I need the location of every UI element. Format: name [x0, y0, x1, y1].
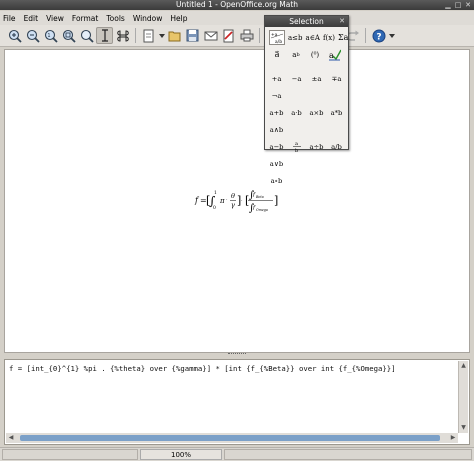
formula-gamma: γ	[231, 201, 235, 209]
svg-text:a/b: a/b	[275, 39, 282, 44]
symbol-plusminus-a[interactable]: ±a	[308, 72, 325, 85]
relations-category-icon[interactable]: a≤b	[288, 30, 303, 45]
selection-titlebar[interactable]: Selection ✕	[265, 16, 348, 27]
maximize-icon[interactable]: □	[454, 1, 462, 9]
window-title: Untitled 1 - OpenOffice.org Math	[175, 0, 299, 9]
open-icon[interactable]	[166, 27, 183, 44]
svg-text:b: b	[295, 148, 298, 153]
menu-tools[interactable]: Tools	[106, 14, 124, 23]
zoom-out-icon[interactable]	[24, 27, 41, 44]
print-icon[interactable]	[238, 27, 255, 44]
formula-beta-sub: Beta	[255, 195, 264, 199]
svg-text:·: ·	[226, 197, 228, 203]
show-all-icon[interactable]	[60, 27, 77, 44]
symbol-a-over-b[interactable]: ab	[288, 140, 305, 153]
command-window[interactable]: f = [int_{0}^{1} %pi . {%theta} over {%g…	[4, 359, 470, 445]
symbol-a-minus-b[interactable]: a−b	[268, 140, 285, 153]
scroll-right-icon[interactable]: ▶	[448, 433, 458, 443]
integral-lower: 0	[213, 205, 216, 211]
toolbar: 1 ?	[0, 25, 474, 47]
scroll-up-icon[interactable]: ▲	[459, 361, 468, 371]
operators-category-icon[interactable]: Σa	[338, 30, 348, 45]
svg-text:?: ?	[376, 32, 381, 42]
symbol-a-circ-b[interactable]: a∘b	[268, 174, 285, 187]
menu-file[interactable]: File	[3, 14, 16, 23]
menu-view[interactable]: View	[46, 14, 64, 23]
close-icon[interactable]: ✕	[464, 1, 472, 9]
scroll-thumb[interactable]	[20, 435, 440, 441]
toolbar-separator	[135, 28, 136, 43]
symbol-a-div-b[interactable]: a÷b	[308, 140, 325, 153]
symbol-plus-a[interactable]: +a	[268, 72, 285, 85]
svg-text:+a: +a	[271, 32, 278, 38]
menu-edit[interactable]: Edit	[24, 14, 39, 23]
symbol-a-slash-b[interactable]: a/b	[328, 140, 345, 153]
close-icon[interactable]: ✕	[338, 17, 346, 25]
integral-upper: 1	[214, 190, 217, 196]
dropdown-arrow-icon[interactable]	[158, 27, 165, 44]
zoom-100-icon[interactable]: 1	[42, 27, 59, 44]
menu-help[interactable]: Help	[170, 14, 187, 23]
svg-text:a: a	[329, 51, 334, 60]
toolbar-separator	[259, 28, 260, 43]
minimize-icon[interactable]: ▁	[444, 1, 452, 9]
symbol-a-ast-b[interactable]: a*b	[328, 106, 345, 119]
functions-category-icon[interactable]: f(x)	[323, 30, 335, 45]
unary-binary-category-icon[interactable]: +a a/b	[269, 30, 285, 45]
brackets-category-icon[interactable]: (⁰)	[307, 47, 323, 62]
menubar: File Edit View Format Tools Window Help	[0, 11, 474, 25]
symbol-grid: +a −a ±a ∓a ¬a a+b a·b a×b a*b a∧b a−b a…	[265, 62, 348, 187]
attributes-category-icon[interactable]: a⃗	[269, 47, 285, 62]
symbol-minusplus-a[interactable]: ∓a	[328, 72, 345, 85]
symbols-icon[interactable]	[114, 27, 131, 44]
export-pdf-icon[interactable]	[220, 27, 237, 44]
toolbar-overflow-icon[interactable]	[388, 27, 396, 44]
set-operations-category-icon[interactable]: a∈A	[306, 30, 320, 45]
zoom-level[interactable]: 100%	[140, 449, 222, 460]
save-icon[interactable]	[184, 27, 201, 44]
svg-text:1: 1	[47, 33, 50, 39]
symbol-neg-a[interactable]: ¬a	[268, 89, 285, 102]
symbol-minus-a[interactable]: −a	[288, 72, 305, 85]
svg-text:·: ·	[241, 198, 243, 204]
mail-icon[interactable]	[202, 27, 219, 44]
formula-theta: θ	[231, 192, 235, 200]
new-icon[interactable]	[140, 27, 157, 44]
symbol-a-and-b[interactable]: a∧b	[268, 123, 285, 136]
vertical-scrollbar[interactable]: ▲ ▼	[458, 361, 468, 433]
symbol-a-or-b[interactable]: a∨b	[268, 157, 285, 170]
symbol-a-cdot-b[interactable]: a·b	[288, 106, 305, 119]
formula-pi: π	[219, 197, 225, 205]
menu-format[interactable]: Format	[72, 14, 98, 23]
formula-omega-sub: Omega	[256, 208, 268, 212]
zoom-in-icon[interactable]	[6, 27, 23, 44]
formula-cursor-icon[interactable]	[96, 27, 113, 44]
svg-text:]: ]	[274, 194, 278, 207]
help-icon[interactable]: ?	[370, 27, 387, 44]
menu-window[interactable]: Window	[133, 14, 163, 23]
window-titlebar[interactable]: Untitled 1 - OpenOffice.org Math ▁ □ ✕	[0, 0, 474, 10]
status-cell-right	[224, 449, 472, 460]
svg-text:a: a	[295, 141, 298, 147]
formats-category-icon[interactable]: a	[326, 47, 342, 62]
command-input[interactable]: f = [int_{0}^{1} %pi . {%theta} over {%g…	[9, 364, 396, 373]
status-cell-left	[2, 449, 138, 460]
symbol-a-plus-b[interactable]: a+b	[268, 106, 285, 119]
selection-panel[interactable]: Selection ✕ +a a/b a≤b a∈A f(x) Σa a⃗ ab …	[264, 15, 349, 185]
others-category-icon[interactable]: ab	[288, 47, 304, 62]
status-bar: 100%	[0, 447, 474, 461]
splitter-grip[interactable]	[228, 353, 246, 355]
scroll-down-icon[interactable]: ▼	[459, 423, 468, 433]
scroll-left-icon[interactable]: ◀	[6, 433, 16, 443]
rendered-formula: f = [ ∫ 1 0 π · θ γ ] · [ ∫ f Beta ∫ f O…	[194, 190, 278, 214]
horizontal-scrollbar[interactable]: ◀ ▶	[6, 433, 458, 443]
selection-title: Selection	[289, 17, 324, 26]
symbol-a-times-b[interactable]: a×b	[308, 106, 325, 119]
update-icon[interactable]	[78, 27, 95, 44]
toolbar-separator	[365, 28, 366, 43]
